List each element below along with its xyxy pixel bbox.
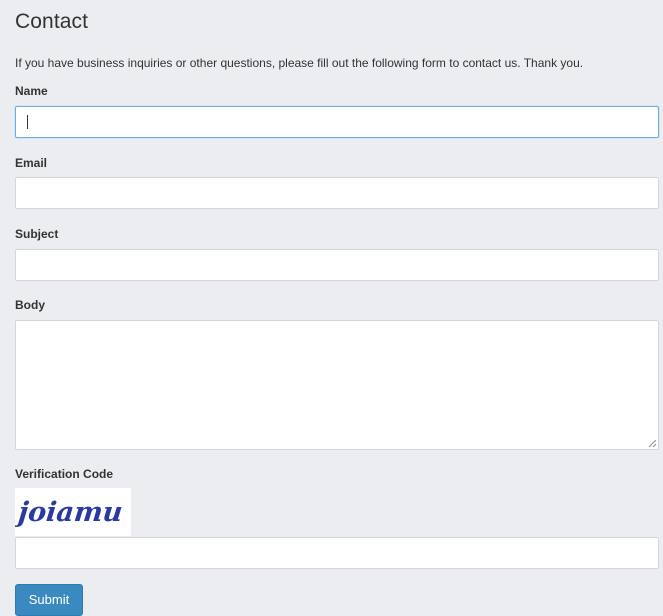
subject-label: Subject [15,227,59,241]
intro-text: If you have business inquiries or other … [15,56,584,70]
email-field[interactable] [15,177,659,209]
email-label: Email [15,156,48,170]
text-caret [27,115,28,129]
resize-handle-icon[interactable] [648,439,657,448]
submit-button[interactable]: Submit [15,584,83,616]
captcha-text: joiamu [15,497,124,528]
verification-code-label: Verification Code [15,467,114,481]
name-field[interactable] [15,106,659,138]
name-label: Name [15,84,48,98]
subject-field[interactable] [15,249,659,281]
page-title: Contact [15,10,89,33]
body-label: Body [15,298,45,312]
captcha-graphic: joiamu [15,497,124,528]
verification-code-field[interactable] [15,537,659,569]
captcha-image: joiamu [15,488,131,536]
body-textarea[interactable] [15,320,659,450]
